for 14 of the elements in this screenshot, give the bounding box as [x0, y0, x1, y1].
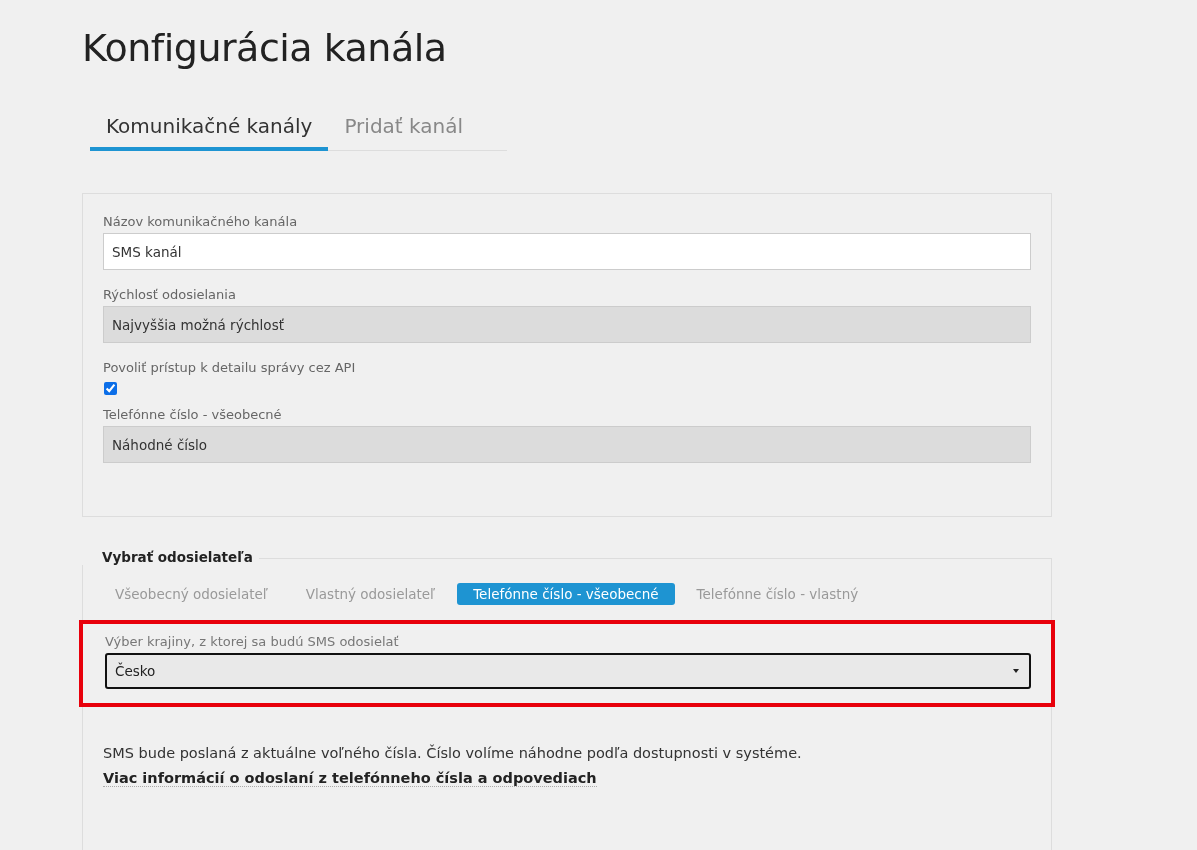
input-field[interactable]: SMS kanál — [103, 233, 1031, 270]
info-text: SMS bude poslaná z aktuálne voľného čísla. Číslo volíme náhodne podľa dostupnosti v systéme. Viac informácií o odoslaní z telefónneho čísla a odpovediach — [103, 743, 803, 789]
field-label: Výber krajiny, z ktorej sa budú SMS odosielať — [105, 634, 400, 649]
info-link[interactable]: Viac informácií o odoslaní z telefónneho čísla a odpovediach — [103, 770, 597, 787]
checkbox-label: Povoliť prístup k detailu správy cez API — [103, 360, 357, 375]
country-select[interactable]: Česko — [105, 653, 1031, 689]
field-label: Názov komunikačného kanála — [103, 214, 299, 229]
page-title: Konfigurácia kanála — [82, 26, 448, 70]
section-legend: Vybrať odosielateľa — [82, 549, 259, 565]
tab[interactable]: Komunikačné kanály — [90, 114, 329, 151]
field-label: Rýchlosť odosielania — [103, 287, 237, 302]
checkbox[interactable] — [104, 382, 117, 395]
caret-icon — [1013, 669, 1019, 673]
field-label: Telefónne číslo - všeobecné — [103, 407, 283, 422]
